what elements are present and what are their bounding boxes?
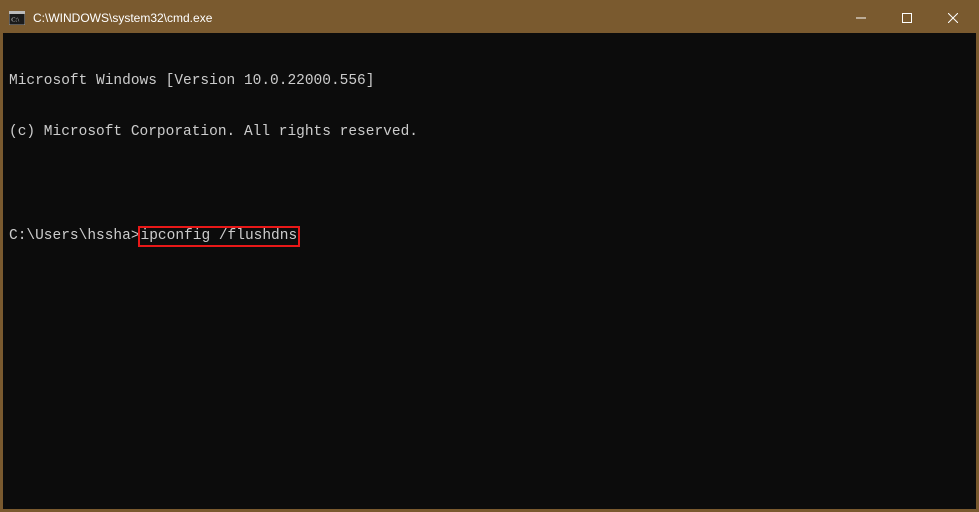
window-controls — [838, 3, 976, 33]
cmd-icon: C:\ — [9, 11, 25, 25]
terminal-line-version: Microsoft Windows [Version 10.0.22000.55… — [9, 73, 970, 90]
terminal-line-copyright: (c) Microsoft Corporation. All rights re… — [9, 124, 970, 141]
terminal-output[interactable]: Microsoft Windows [Version 10.0.22000.55… — [3, 33, 976, 509]
maximize-button[interactable] — [884, 3, 930, 33]
highlighted-command: ipconfig /flushdns — [138, 226, 301, 247]
minimize-button[interactable] — [838, 3, 884, 33]
cmd-window: C:\ C:\WINDOWS\system32\cmd.exe Microsof… — [0, 0, 979, 512]
window-title: C:\WINDOWS\system32\cmd.exe — [33, 11, 838, 25]
terminal-blank-line — [9, 175, 970, 192]
prompt-path: C:\Users\hssha> — [9, 228, 140, 245]
close-button[interactable] — [930, 3, 976, 33]
terminal-prompt-line: C:\Users\hssha>ipconfig /flushdns — [9, 226, 970, 247]
svg-text:C:\: C:\ — [11, 17, 19, 24]
titlebar[interactable]: C:\ C:\WINDOWS\system32\cmd.exe — [3, 3, 976, 33]
